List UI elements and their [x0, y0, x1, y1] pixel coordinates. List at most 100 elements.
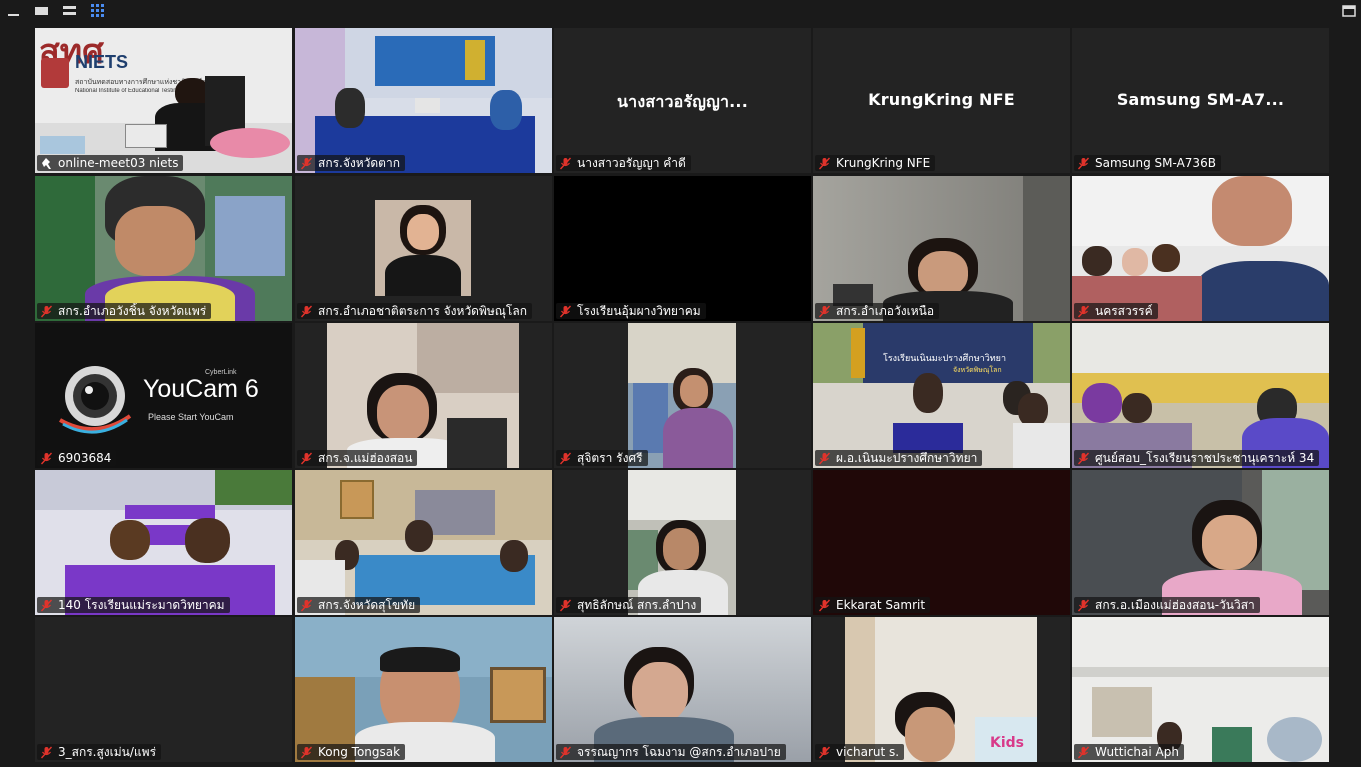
participant-tile[interactable]: Ekkarat Samrit: [813, 470, 1070, 615]
participant-tile[interactable]: สุจิตรา รังศรี: [554, 323, 811, 468]
participant-tile[interactable]: สกร.จ.แม่ฮ่องสอน: [295, 323, 552, 468]
mic-muted-icon: [818, 157, 831, 170]
mic-muted-icon: [40, 452, 53, 465]
participant-label: สกร.อ.เมืองแม่ฮ่องสอน-วันวิสา: [1074, 597, 1260, 613]
mic-muted-icon: [40, 599, 53, 612]
participant-name: Ekkarat Samrit: [836, 598, 926, 612]
participant-tile[interactable]: สทศ NIETS สถาบันทดสอบทางการศึกษาแห่งชาติ…: [35, 28, 292, 173]
participant-label: สกร.จังหวัดตาก: [297, 155, 405, 171]
participant-name: Samsung SM-A736B: [1095, 156, 1216, 170]
mic-muted-icon: [559, 305, 572, 318]
participant-name: ศูนย์สอบ_โรงเรียนราชประชานุเคราะห์ 34: [1095, 451, 1315, 465]
participant-label: vicharut s.: [815, 744, 905, 760]
participant-tile[interactable]: Kids vicharut s.: [813, 617, 1070, 762]
participant-tile[interactable]: สกร.จังหวัดสุโขทัย: [295, 470, 552, 615]
participant-name: สกร.อำเภอวังเหนือ: [836, 304, 935, 318]
wall-sign-text: Kids: [990, 735, 1025, 751]
participant-name: นางสาวอรัญญา คำดี: [577, 156, 686, 170]
participant-label: สกร.จ.แม่ฮ่องสอน: [297, 450, 418, 466]
mic-muted-icon: [300, 599, 313, 612]
mic-muted-icon: [559, 452, 572, 465]
participant-tile[interactable]: สุทธิลักษณ์ สกร.ลำปาง: [554, 470, 811, 615]
mic-muted-icon: [818, 452, 831, 465]
mic-muted-icon: [818, 746, 831, 759]
participant-name: สกร.อ.เมืองแม่ฮ่องสอน-วันวิสา: [1095, 598, 1255, 612]
participant-tile[interactable]: 140 โรงเรียนแม่ระมาดวิทยาคม: [35, 470, 292, 615]
participant-label: นางสาวอรัญญา คำดี: [556, 155, 691, 171]
mic-muted-icon: [300, 452, 313, 465]
participant-tile[interactable]: สกร.อำเภอวังชิ้น จังหวัดแพร่: [35, 176, 292, 321]
participant-name: สุทธิลักษณ์ สกร.ลำปาง: [577, 598, 697, 612]
mic-muted-icon: [1077, 599, 1090, 612]
participant-name: สกร.อำเภอวังชิ้น จังหวัดแพร่: [58, 304, 207, 318]
participant-name: 6903684: [58, 451, 112, 465]
participant-label: สกร.จังหวัดสุโขทัย: [297, 597, 421, 613]
mic-muted-icon: [1077, 746, 1090, 759]
participant-name: นครสวรรค์: [1095, 304, 1153, 318]
video-gallery: สทศ NIETS สถาบันทดสอบทางการศึกษาแห่งชาติ…: [0, 0, 1361, 767]
participant-display-name: Samsung SM-A7...: [1116, 90, 1285, 109]
participant-name: จรรณญากร โฉมงาม @สกร.อำเภอปาย: [577, 745, 781, 759]
participant-name: Kong Tongsak: [318, 745, 401, 759]
participant-tile[interactable]: โรงเรียนอุ้มผางวิทยาคม: [554, 176, 811, 321]
participant-label: online-meet03 niets: [37, 155, 184, 171]
participant-label: Wuttichai Aph: [1074, 744, 1184, 760]
mic-muted-icon: [1077, 452, 1090, 465]
mic-muted-icon: [1077, 305, 1090, 318]
niets-logo-book: [41, 58, 69, 88]
participant-name: Wuttichai Aph: [1095, 745, 1179, 759]
mic-muted-icon: [40, 305, 53, 318]
mic-muted-icon: [300, 157, 313, 170]
participant-name: vicharut s.: [836, 745, 900, 759]
youcam-logo-icon: [55, 358, 135, 438]
participant-name: โรงเรียนอุ้มผางวิทยาคม: [577, 304, 701, 318]
participant-name: 3_สกร.สูงเม่น/แพร่: [58, 745, 157, 759]
participant-label: สกร.อำเภอชาติตระการ จังหวัดพิษณุโลก: [297, 303, 532, 319]
participant-label: โรงเรียนอุ้มผางวิทยาคม: [556, 303, 706, 319]
mic-muted-icon: [818, 305, 831, 318]
participant-tile[interactable]: Kong Tongsak: [295, 617, 552, 762]
school-banner-sub: จังหวัดพิษณุโลก: [953, 366, 1002, 374]
participant-tile[interactable]: สกร.อำเภอชาติตระการ จังหวัดพิษณุโลก: [295, 176, 552, 321]
participant-label: 3_สกร.สูงเม่น/แพร่: [37, 744, 162, 760]
participant-name: ผ.อ.เนินมะปรางศึกษาวิทยา: [836, 451, 978, 465]
mic-muted-icon: [559, 157, 572, 170]
participant-tile[interactable]: จรรณญากร โฉมงาม @สกร.อำเภอปาย: [554, 617, 811, 762]
participant-label: 140 โรงเรียนแม่ระมาดวิทยาคม: [37, 597, 230, 613]
mic-muted-icon: [559, 746, 572, 759]
mic-muted-icon: [818, 599, 831, 612]
participant-tile[interactable]: นครสวรรค์: [1072, 176, 1329, 321]
participant-name: สกร.จ.แม่ฮ่องสอน: [318, 451, 413, 465]
participant-label: 6903684: [37, 450, 117, 466]
participant-tile[interactable]: Wuttichai Aph: [1072, 617, 1329, 762]
participant-label: KrungKring NFE: [815, 155, 936, 171]
participant-tile[interactable]: สกร.อำเภอวังเหนือ: [813, 176, 1070, 321]
mic-muted-icon: [40, 746, 53, 759]
participant-tile[interactable]: โรงเรียนเนินมะปรางศึกษาวิทยา จังหวัดพิษณ…: [813, 323, 1070, 468]
participant-label: สุจิตรา รังศรี: [556, 450, 648, 466]
participant-label: ผ.อ.เนินมะปรางศึกษาวิทยา: [815, 450, 983, 466]
host-icon: [40, 157, 53, 170]
participant-label: สุทธิลักษณ์ สกร.ลำปาง: [556, 597, 702, 613]
youcam-title: YouCam 6: [143, 375, 259, 403]
participant-name: KrungKring NFE: [836, 156, 931, 170]
participant-tile[interactable]: ศูนย์สอบ_โรงเรียนราชประชานุเคราะห์ 34: [1072, 323, 1329, 468]
participant-name: สกร.จังหวัดสุโขทัย: [318, 598, 416, 612]
mic-muted-icon: [300, 305, 313, 318]
participant-name: 140 โรงเรียนแม่ระมาดวิทยาคม: [58, 598, 225, 612]
participant-tile[interactable]: สกร.จังหวัดตาก: [295, 28, 552, 173]
participant-name: online-meet03 niets: [58, 156, 179, 170]
participant-tile[interactable]: นางสาวอรัญญา... นางสาวอรัญญา คำดี: [554, 28, 811, 173]
participant-label: จรรณญากร โฉมงาม @สกร.อำเภอปาย: [556, 744, 786, 760]
participant-tile[interactable]: 3_สกร.สูงเม่น/แพร่: [35, 617, 292, 762]
profile-photo: [375, 200, 471, 296]
participant-display-name: KrungKring NFE: [868, 90, 1015, 109]
youcam-subtitle: Please Start YouCam: [148, 412, 234, 422]
participant-name: สกร.จังหวัดตาก: [318, 156, 400, 170]
participant-tile[interactable]: สกร.อ.เมืองแม่ฮ่องสอน-วันวิสา: [1072, 470, 1329, 615]
mic-muted-icon: [300, 746, 313, 759]
participant-tile[interactable]: KrungKring NFE KrungKring NFE: [813, 28, 1070, 173]
participant-tile[interactable]: CyberLink YouCam 6 Please Start YouCam 6…: [35, 323, 292, 468]
mic-muted-icon: [559, 599, 572, 612]
participant-tile[interactable]: Samsung SM-A7... Samsung SM-A736B: [1072, 28, 1329, 173]
